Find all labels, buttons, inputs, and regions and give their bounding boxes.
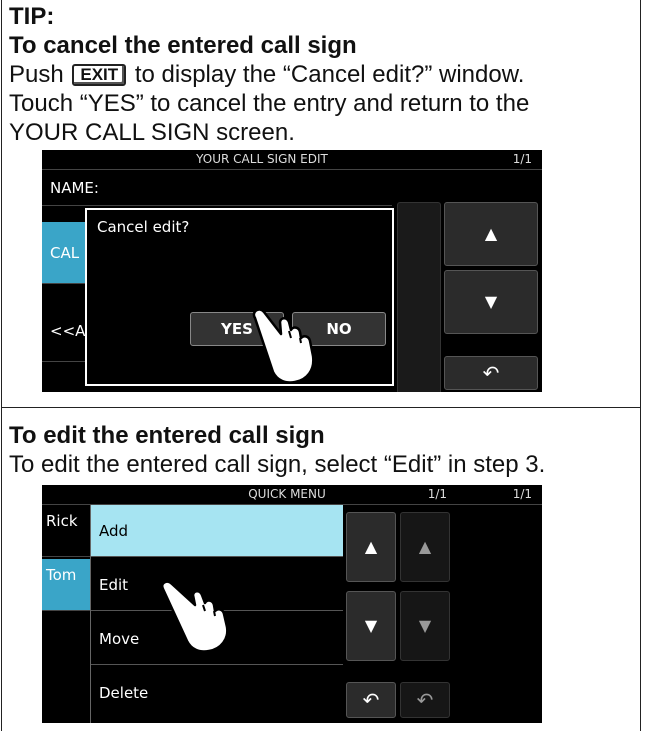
tip-heading: TIP: [9,3,55,30]
screen1-titlebar: YOUR CALL SIGN EDIT 1/1 [42,150,542,170]
behind-up-button: ▲ [400,512,450,582]
cancel-edit-screen: YOUR CALL SIGN EDIT 1/1 NAME: CAL <<A ▲ … [42,150,542,392]
section2-title: To edit the entered call sign [9,422,325,449]
back-button[interactable]: ↶ [444,356,538,390]
scroll-down-button[interactable]: ▼ [444,270,538,334]
menu-up-button[interactable]: ▲ [346,512,396,582]
instruction-line-3: YOUR CALL SIGN screen. [9,119,295,146]
return-arrow-icon: ↶ [482,361,500,385]
return-arrow-icon: ↶ [362,688,380,712]
a-row-label: <<A [50,322,86,340]
screen2-title: QUICK MENU [248,487,326,501]
triangle-up-icon: ▲ [484,224,498,243]
pointing-hand-icon [161,580,229,653]
quick-menu-screen: QUICK MENU 1/1 1/1 Rick Tom Add Edit Mov… [42,485,542,723]
instruction-line-1-rest: to display the “Cancel edit?” window. [134,61,525,88]
instruction-line-2: Touch “YES” to cancel the entry and retu… [9,90,530,117]
scroll-track [397,202,441,392]
section2-body: To edit the entered call sign, select “E… [9,451,546,478]
triangle-up-icon: ▲ [418,537,432,556]
menu-item-add[interactable]: Add [91,505,343,557]
return-arrow-icon: ↶ [416,688,434,712]
menu-item-delete[interactable]: Delete [91,667,343,719]
behind-down-button: ▼ [400,591,450,661]
menu-back-button[interactable]: ↶ [346,682,396,718]
triangle-down-icon: ▼ [418,616,432,635]
tom-row[interactable]: Tom [42,559,90,611]
name-row-label: NAME: [50,179,99,197]
scroll-up-button[interactable]: ▲ [444,202,538,266]
triangle-down-icon: ▼ [484,292,498,311]
menu-down-button[interactable]: ▼ [346,591,396,661]
section1-title: To cancel the entered call sign [9,32,357,59]
pointing-hand-icon [252,308,315,384]
push-word: Push [9,61,64,88]
name-row[interactable]: NAME: [42,170,392,206]
tom-row-label: Tom [46,566,77,584]
section-divider [1,407,641,408]
call-row-label: CAL [50,244,80,262]
rick-row-label: Rick [46,512,78,530]
rick-row[interactable]: Rick [42,505,90,557]
triangle-up-icon: ▲ [364,537,378,556]
instruction-line-1: Push EXIT to display the “Cancel edit?” … [9,61,524,89]
screen2-page: 1/1 [427,487,447,501]
screen2-titlebar: QUICK MENU 1/1 1/1 [42,485,542,505]
behind-back-button: ↶ [400,682,450,718]
dialog-text: Cancel edit? [97,218,190,236]
cancel-edit-dialog: Cancel edit? YES NO [85,208,394,386]
triangle-down-icon: ▼ [364,616,378,635]
screen1-title: YOUR CALL SIGN EDIT [196,152,328,166]
exit-key-icon: EXIT [72,64,127,86]
screen2-page-behind: 1/1 [512,487,532,501]
screen1-page: 1/1 [512,152,532,166]
